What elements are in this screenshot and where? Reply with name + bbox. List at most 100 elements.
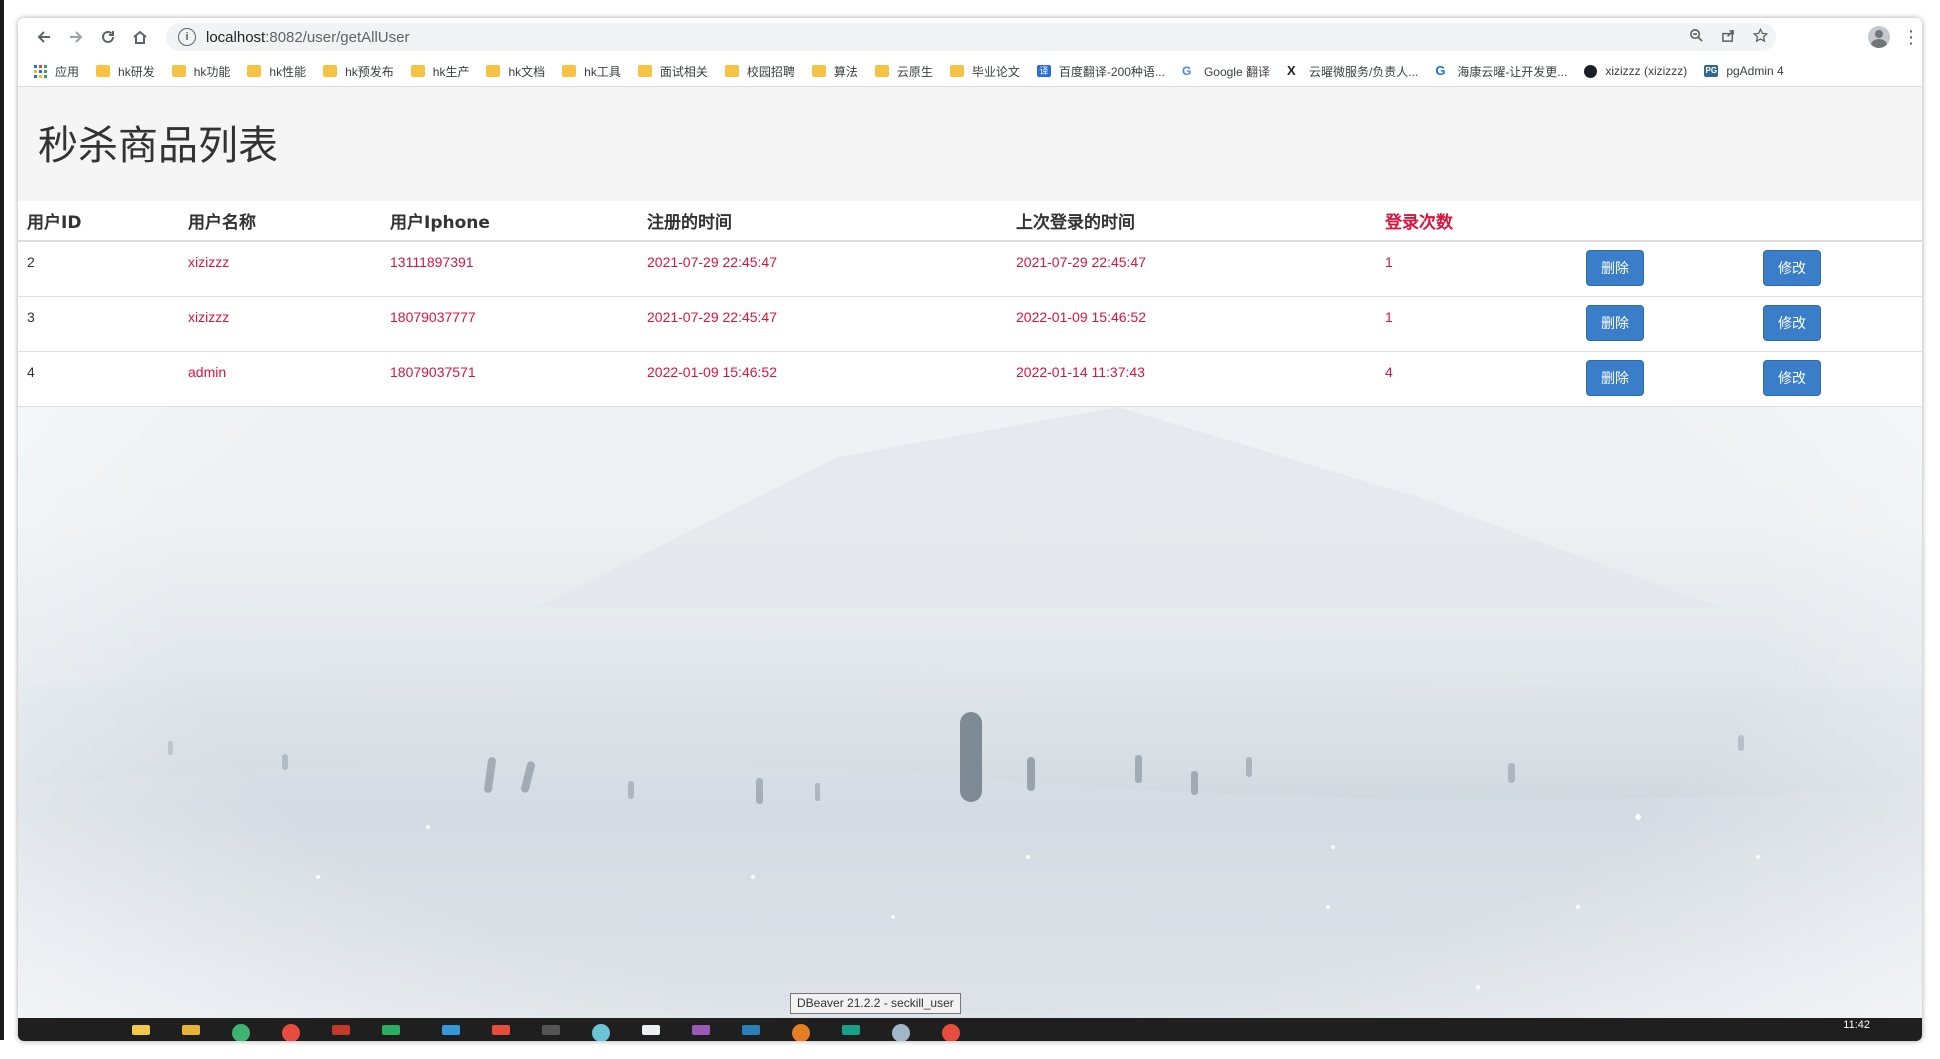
taskbar-app-icon[interactable] [492, 1025, 510, 1035]
reload-icon [102, 30, 114, 43]
bookmark-folder[interactable]: hk研发 [96, 63, 155, 80]
bookmark-folder[interactable]: 毕业论文 [949, 63, 1020, 80]
home-button[interactable] [124, 21, 156, 53]
bookmark-google-translate[interactable]: G Google 翻译 [1182, 63, 1270, 80]
bookmark-label: 应用 [55, 64, 80, 79]
reload-button[interactable] [92, 21, 124, 53]
share-icon[interactable] [1712, 28, 1744, 47]
cell-last-login: 2022-01-14 11:37:43 [1007, 351, 1376, 407]
profile-avatar[interactable] [1868, 26, 1890, 48]
menu-kebab-icon[interactable]: ⋮ [1902, 27, 1920, 48]
site-info-icon[interactable]: i [178, 28, 196, 46]
page-header: 秒杀商品列表 [18, 87, 1922, 201]
delete-button[interactable]: 删除 [1586, 359, 1644, 396]
x-logo-icon: X [1286, 63, 1296, 78]
folder-icon [171, 65, 186, 77]
cell-login-count: 1 [1376, 296, 1577, 352]
bookmark-label: hk性能 [269, 64, 307, 79]
taskbar-clock: 11:42 [1843, 1019, 1870, 1031]
taskbar-app-icon[interactable] [692, 1025, 710, 1035]
column-header-register-time: 注册的时间 [638, 201, 1007, 242]
bookmark-label: 海康云曜-让开发更... [1457, 64, 1568, 79]
bookmark-folder[interactable]: hk工具 [562, 63, 621, 80]
cell-login-count: 4 [1376, 351, 1577, 407]
edit-button[interactable]: 修改 [1763, 359, 1821, 396]
bookmark-baidu-translate[interactable]: 译百度翻译-200种语... [1036, 63, 1165, 80]
taskbar-app-icon[interactable] [842, 1025, 860, 1035]
taskbar-app-icon[interactable] [792, 1024, 810, 1041]
bookmark-star-icon[interactable] [1744, 27, 1776, 47]
taskbar-app-icon[interactable] [742, 1025, 760, 1035]
column-header-phone: 用户Iphone [381, 201, 638, 242]
bookmark-folder[interactable]: hk生产 [410, 63, 469, 80]
bookmark-label: hk功能 [193, 64, 231, 79]
cell-user-id: 4 [18, 351, 179, 407]
taskbar-app-icon[interactable] [182, 1025, 200, 1035]
taskbar-dbeaver-icon[interactable] [892, 1024, 910, 1041]
browser-toolbar: i localhost:8082/user/getAllUser ⋮ [18, 18, 1922, 56]
table-row: 3 xizizzz 18079037777 2021-07-29 22:45:4… [18, 296, 1922, 352]
bookmark-hik-yunyao[interactable]: G 海康云曜-让开发更... [1435, 63, 1567, 80]
bookmark-github[interactable]: xizizzz (xizizzz) [1584, 64, 1687, 78]
bookmark-label: 百度翻译-200种语... [1058, 64, 1165, 79]
taskbar-app-icon[interactable] [232, 1024, 250, 1041]
cell-phone: 13111897391 [381, 241, 638, 297]
bookmark-label: 面试相关 [659, 64, 708, 79]
bookmark-folder[interactable]: hk文档 [486, 63, 545, 80]
bookmark-label: hk文档 [508, 64, 546, 79]
delete-button[interactable]: 删除 [1586, 250, 1644, 286]
bookmark-folder[interactable]: 校园招聘 [724, 63, 795, 80]
zoom-icon[interactable] [1680, 28, 1712, 47]
folder-icon [637, 65, 652, 77]
pgadmin-icon: PG [1704, 65, 1719, 77]
bookmark-label: xizizzz (xizizzz) [1605, 64, 1688, 78]
folder-icon [949, 65, 964, 77]
cell-delete: 删除 [1577, 296, 1754, 352]
bookmark-folder[interactable]: 云原生 [874, 63, 933, 80]
cell-register-time: 2021-07-29 22:45:47 [638, 241, 1007, 297]
bookmark-label: hk研发 [118, 64, 155, 79]
folder-icon [323, 65, 338, 77]
taskbar-app-icon[interactable] [282, 1024, 300, 1041]
bookmarks-bar: 应用 hk研发 hk功能 hk性能 hk预发布 hk生产 hk文档 hk工具 面… [18, 56, 1922, 87]
page-title: 秒杀商品列表 [38, 123, 278, 169]
cell-user-name: xizizzz [179, 241, 381, 297]
cell-phone: 18079037777 [381, 296, 638, 352]
forward-button[interactable] [60, 21, 92, 53]
cell-last-login: 2022-01-09 15:46:52 [1007, 296, 1376, 352]
taskbar-app-icon[interactable] [542, 1025, 560, 1035]
back-button[interactable] [28, 21, 60, 53]
folder-icon [562, 65, 577, 77]
bookmark-folder[interactable]: hk功能 [171, 63, 231, 80]
taskbar-app-icon[interactable] [942, 1024, 960, 1041]
edit-button[interactable]: 修改 [1763, 250, 1821, 286]
cell-user-name: admin [179, 351, 381, 407]
arrow-left-icon [37, 31, 50, 43]
apps-icon [34, 64, 47, 78]
bookmark-folder[interactable]: 算法 [811, 63, 858, 80]
url-path: :8082/user/getAllUser [265, 28, 410, 46]
bookmark-folder[interactable]: hk预发布 [323, 63, 394, 80]
bookmark-label: Google 翻译 [1203, 64, 1270, 79]
browser-window: i localhost:8082/user/getAllUser ⋮ 应用 hk… [18, 18, 1922, 1041]
column-header-last-login: 上次登录的时间 [1007, 201, 1376, 242]
edit-button[interactable]: 修改 [1763, 304, 1821, 341]
bookmark-folder[interactable]: 面试相关 [637, 63, 708, 80]
delete-button[interactable]: 删除 [1586, 304, 1644, 341]
taskbar-app-icon[interactable] [332, 1025, 350, 1035]
column-header-delete [1577, 201, 1754, 242]
bookmark-apps[interactable]: 应用 [34, 63, 79, 80]
address-bar[interactable]: i localhost:8082/user/getAllUser [166, 23, 1776, 51]
taskbar-app-icon[interactable] [132, 1025, 150, 1035]
taskbar-app-icon[interactable] [642, 1025, 660, 1035]
google-translate-icon: G [1181, 64, 1192, 78]
cell-delete: 删除 [1577, 241, 1754, 297]
folder-icon [811, 65, 826, 77]
bookmark-yunyao-microservice[interactable]: X 云曜微服务/负责人... [1287, 63, 1418, 80]
taskbar-app-icon[interactable] [592, 1024, 610, 1041]
bookmark-pgadmin[interactable]: PG pgAdmin 4 [1704, 64, 1784, 78]
column-header-user-id: 用户ID [18, 201, 179, 242]
taskbar-app-icon[interactable] [382, 1025, 400, 1035]
bookmark-folder[interactable]: hk性能 [247, 63, 306, 80]
taskbar-app-icon[interactable] [442, 1025, 460, 1035]
